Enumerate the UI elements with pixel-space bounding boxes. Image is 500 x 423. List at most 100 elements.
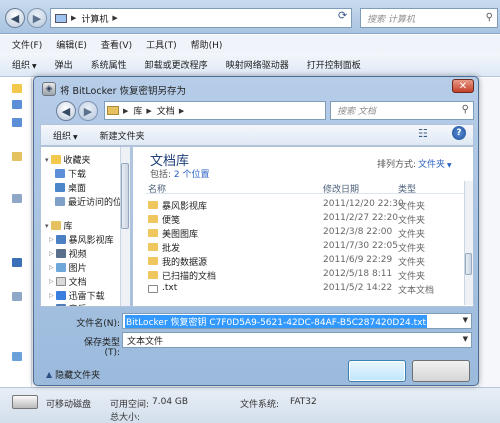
filetype-select[interactable]: 文本文件 ▼	[122, 332, 472, 348]
collapse-arrow-icon: ▷	[49, 305, 54, 306]
nav-item-videos[interactable]: ▷ 视频	[49, 247, 87, 260]
column-name[interactable]: 名称	[148, 182, 166, 195]
collapse-arrow-icon: ▷	[49, 264, 54, 271]
computer-icon	[12, 258, 22, 267]
search-placeholder: 搜索 计算机	[367, 14, 415, 25]
dialog-forward-button[interactable]: ▶	[78, 101, 98, 121]
nav-item-thunder[interactable]: ▷ 迅雷下载	[49, 289, 105, 302]
filetype-value: 文本文件	[127, 336, 164, 347]
free-space-label: 可用空间:	[110, 400, 150, 410]
explorer-toolbar: 组织 ▼ 弹出 系统属性 卸载或更改程序 映射网络驱动器 打开控制面板	[0, 53, 500, 77]
open-control-panel-button[interactable]: 打开控制面板	[307, 58, 361, 71]
file-row[interactable]: 批发 2011/7/30 22:05 文件夹	[148, 241, 464, 254]
map-network-drive-button[interactable]: 映射网络驱动器	[226, 58, 289, 71]
file-row[interactable]: 美图图库 2012/3/8 22:00 文件夹	[148, 227, 464, 240]
library-icon	[12, 152, 22, 161]
nav-item-documents[interactable]: ▷ 文档	[49, 275, 87, 288]
menu-view[interactable]: 查看(V)	[101, 38, 132, 51]
forward-button[interactable]: ▶	[27, 8, 47, 28]
help-icon[interactable]: ?	[452, 126, 466, 140]
organize-button[interactable]: 组织 ▼	[12, 58, 37, 71]
dialog-command-bar: 组织 ▼ 新建文件夹	[40, 124, 474, 146]
dropdown-arrow-icon: ▼	[73, 133, 78, 141]
cancel-button[interactable]	[412, 360, 470, 382]
drive-icon	[12, 292, 22, 301]
menu-edit[interactable]: 编辑(E)	[56, 38, 87, 51]
file-list-scrollbar-thumb[interactable]	[465, 253, 472, 275]
breadcrumb-library[interactable]: 库	[133, 104, 142, 117]
file-row[interactable]: 便笺 2011/2/27 22:20 文件夹	[148, 213, 464, 226]
file-row[interactable]: 已扫描的文档 2012/5/18 8:11 文件夹	[148, 269, 464, 282]
dropdown-arrow-icon[interactable]: ▼	[463, 316, 468, 324]
refresh-icon[interactable]: ⟳	[338, 9, 347, 22]
eject-button[interactable]: 弹出	[55, 58, 73, 71]
includes-locations-link[interactable]: 2 个位置	[174, 170, 210, 180]
explorer-search-input[interactable]: 搜索 计算机 ⚲	[360, 8, 498, 28]
recent-places-icon	[55, 197, 65, 206]
folder-icon	[12, 100, 22, 109]
nav-favorites-header[interactable]: ▾ 收藏夹	[45, 153, 91, 166]
dialog-organize-button[interactable]: 组织 ▼	[53, 129, 78, 142]
dropdown-arrow-icon[interactable]: ▼	[463, 335, 468, 343]
menu-file[interactable]: 文件(F)	[12, 38, 42, 51]
library-includes: 包括: 2 个位置	[150, 170, 210, 180]
nav-item-pictures[interactable]: ▷ 图片	[49, 261, 87, 274]
forward-arrow-icon: ▶	[32, 11, 42, 25]
desktop-icon	[12, 118, 22, 127]
folder-icon	[148, 215, 158, 223]
expand-icon: ▾	[45, 155, 49, 164]
column-type[interactable]: 类型	[398, 182, 416, 195]
new-folder-button[interactable]: 新建文件夹	[100, 129, 145, 142]
drive-icon	[12, 194, 22, 203]
close-icon: ✕	[458, 80, 468, 92]
library-icon	[107, 106, 119, 115]
file-row[interactable]: 暴风影视库 2011/12/20 22:30 文件夹	[148, 199, 464, 212]
filename-input[interactable]: BitLocker 恢复密钥 C7F0D5A9-5621-42DC-84AF-B…	[122, 313, 472, 329]
dropdown-arrow-icon: ▼	[32, 63, 37, 70]
dialog-address-bar[interactable]: ▶ 库 ▶ 文档 ▶	[104, 101, 326, 120]
close-button[interactable]: ✕	[452, 79, 474, 93]
file-row[interactable]: .txt 2011/5/2 14:22 文本文档	[148, 283, 464, 296]
view-options-icon[interactable]: ☷	[418, 127, 428, 140]
dialog-search-input[interactable]: 搜索 文档 ⚲	[330, 101, 474, 120]
chevron-right-icon: ▶	[178, 106, 185, 115]
system-properties-button[interactable]: 系统属性	[91, 58, 127, 71]
filename-value[interactable]: BitLocker 恢复密钥 C7F0D5A9-5621-42DC-84AF-B…	[125, 314, 428, 328]
library-icon	[50, 221, 61, 230]
nav-libraries-header[interactable]: ▾ 库	[45, 219, 73, 232]
video-library-icon	[55, 235, 66, 244]
arrange-by-dropdown[interactable]: 文件夹 ▼	[418, 157, 452, 170]
menu-tools[interactable]: 工具(T)	[146, 38, 177, 51]
removable-drive-icon	[12, 395, 38, 409]
search-icon[interactable]: ⚲	[486, 12, 493, 23]
collapse-arrow-icon: ▷	[49, 250, 54, 257]
breadcrumb-computer[interactable]: 计算机	[81, 12, 108, 25]
file-list-scrollbar[interactable]	[464, 181, 473, 305]
column-date-modified[interactable]: 修改日期	[323, 182, 359, 195]
back-button[interactable]: ◀	[5, 8, 25, 28]
nav-item-downloads[interactable]: 下载	[55, 167, 86, 180]
uninstall-program-button[interactable]: 卸载或更改程序	[145, 58, 208, 71]
nav-item-desktop[interactable]: 桌面	[55, 181, 86, 194]
filename-label: 文件名(N):	[76, 319, 120, 329]
column-header: 名称 修改日期 类型	[146, 181, 464, 195]
collapse-up-icon: ▲	[46, 370, 53, 379]
nav-item-music[interactable]: ▷音乐	[49, 302, 87, 306]
dialog-back-button[interactable]: ◀	[56, 101, 76, 121]
nav-item-baofeng[interactable]: ▷ 暴风影视库	[49, 233, 114, 246]
breadcrumb-documents[interactable]: 文档	[157, 104, 175, 117]
folder-icon	[148, 229, 158, 237]
nav-scrollbar-thumb[interactable]	[121, 163, 129, 229]
save-button[interactable]	[348, 360, 406, 382]
dropdown-arrow-icon: ▼	[447, 162, 452, 169]
file-row[interactable]: 我的数据源 2011/6/9 22:29 文件夹	[148, 255, 464, 268]
menu-help[interactable]: 帮助(H)	[191, 38, 223, 51]
folder-icon	[148, 257, 158, 265]
back-arrow-icon: ◀	[10, 11, 20, 25]
search-icon[interactable]: ⚲	[462, 104, 469, 115]
folder-icon	[148, 201, 158, 209]
collapse-arrow-icon: ▷	[49, 292, 54, 299]
hide-folders-toggle[interactable]: ▲ 隐藏文件夹	[46, 368, 100, 381]
collapse-arrow-icon: ▷	[49, 278, 54, 285]
explorer-address-bar[interactable]: ▶ 计算机 ▶	[50, 8, 352, 28]
